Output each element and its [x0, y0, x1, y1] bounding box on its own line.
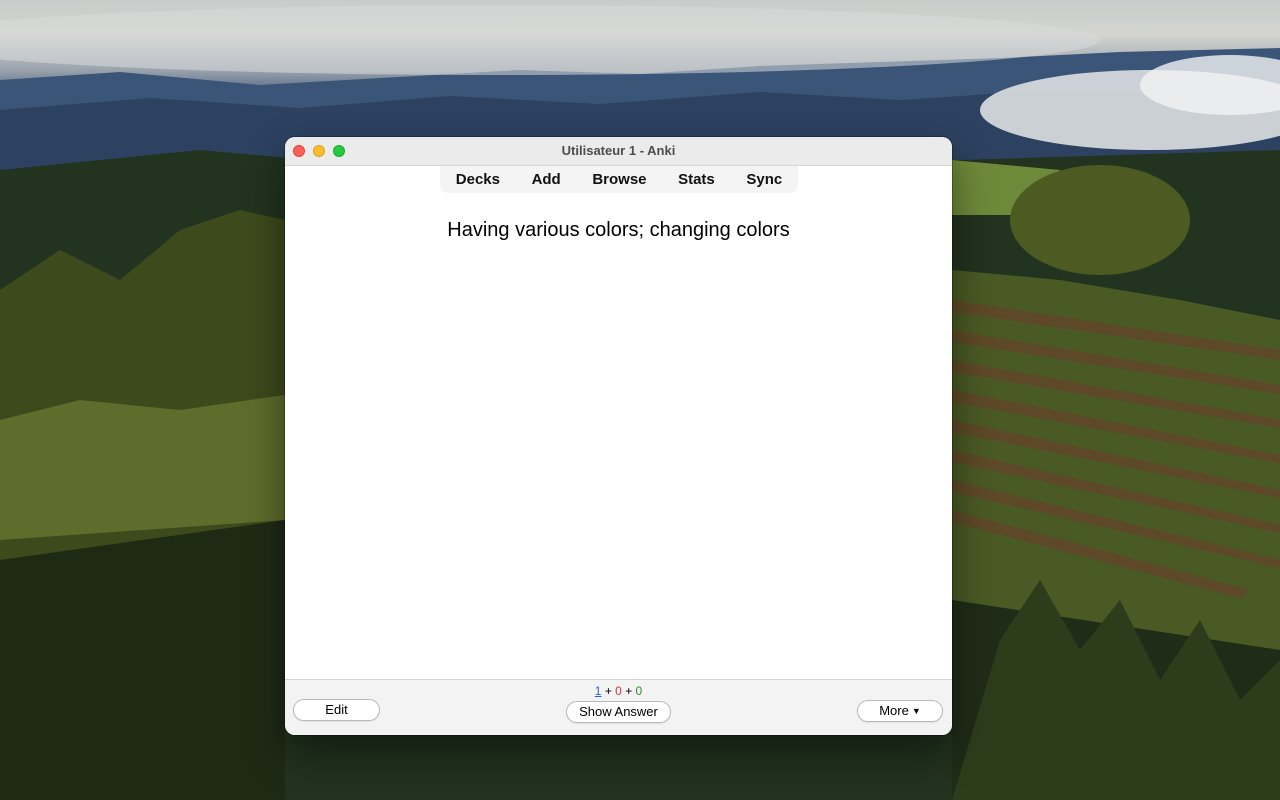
show-answer-button[interactable]: Show Answer [566, 701, 671, 723]
learning-count: 0 [615, 684, 622, 698]
new-count[interactable]: 1 [595, 684, 602, 698]
toolbar-add-link[interactable]: Add [526, 171, 567, 188]
title-bar[interactable]: Utilisateur 1 - Anki [285, 137, 952, 166]
main-toolbar: Decks Add Browse Stats Sync [440, 166, 798, 193]
count-separator: + [604, 684, 616, 698]
edit-button[interactable]: Edit [293, 699, 380, 721]
anki-window: Utilisateur 1 - Anki Decks Add Browse St… [285, 137, 952, 735]
chevron-down-icon: ▼ [911, 706, 921, 716]
due-counts: 1 + 0 + 0 [285, 684, 952, 698]
review-bottom-bar: Edit 1 + 0 + 0 Show Answer More ▼ [285, 679, 952, 735]
toolbar-stats-link[interactable]: Stats [672, 171, 721, 188]
card-area: Having various colors; changing colors [285, 194, 952, 679]
more-button[interactable]: More ▼ [857, 700, 943, 722]
card-question: Having various colors; changing colors [447, 219, 790, 241]
more-button-label: More [879, 703, 909, 718]
toolbar-decks-link[interactable]: Decks [450, 171, 506, 188]
toolbar-browse-link[interactable]: Browse [586, 171, 652, 188]
count-separator: + [625, 684, 636, 698]
window-title: Utilisateur 1 - Anki [561, 143, 676, 158]
toolbar-sync-link[interactable]: Sync [740, 171, 788, 188]
review-count: 0 [635, 684, 643, 698]
